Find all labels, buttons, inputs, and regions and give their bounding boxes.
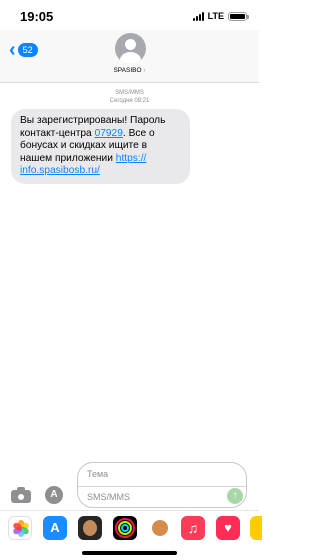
clock: 19:05 — [20, 9, 54, 24]
app-store-icon[interactable]: A — [43, 516, 67, 540]
memoji-icon[interactable] — [78, 516, 102, 540]
chevron-left-icon: ‹ — [9, 39, 16, 61]
message-input-box[interactable]: Тема SMS/MMS ↑ — [77, 462, 247, 508]
back-button[interactable]: ‹ 52 — [9, 40, 38, 60]
battery-icon — [228, 11, 249, 21]
send-button[interactable]: ↑ — [227, 488, 243, 504]
signal-icon — [192, 11, 204, 21]
chevron-right-icon: › — [143, 67, 146, 74]
message-meta: SMS/MMS Сегодня 09:21 — [0, 89, 259, 105]
contact-name-button[interactable]: SPASIBO › — [0, 67, 259, 74]
message-bubble[interactable]: Вы зарегистрированы! Пароль контакт-цент… — [11, 109, 190, 184]
app-store-icon[interactable]: A — [45, 486, 63, 504]
home-indicator — [82, 551, 177, 555]
service-label: SMS/MMS — [115, 90, 144, 96]
status-bar: 19:05 LTE — [0, 0, 259, 34]
subject-field[interactable]: Тема — [87, 469, 108, 479]
divider — [78, 486, 246, 487]
heart-icon[interactable]: ♥ — [216, 516, 240, 540]
unread-badge: 52 — [17, 43, 38, 57]
status-icons: LTE — [192, 11, 249, 21]
code-link[interactable]: 07929 — [95, 128, 123, 139]
network-type: LTE — [207, 11, 224, 21]
memoji-icon[interactable] — [148, 516, 172, 540]
message-field[interactable]: SMS/MMS — [87, 492, 130, 502]
message-timestamp: Сегодня 09:21 — [109, 98, 150, 104]
contact-avatar[interactable] — [115, 33, 146, 64]
fitness-icon[interactable] — [113, 516, 137, 540]
photos-icon[interactable] — [8, 516, 32, 540]
camera-icon[interactable] — [11, 487, 31, 503]
app-drawer: A ♫ ♥ — [0, 510, 262, 545]
app-icon[interactable] — [250, 516, 262, 540]
music-icon[interactable]: ♫ — [181, 516, 205, 540]
composer: A Тема SMS/MMS ↑ — [0, 462, 259, 510]
conversation-header: ‹ 52 SPASIBO › — [0, 30, 259, 83]
contact-name: SPASIBO — [113, 67, 142, 74]
